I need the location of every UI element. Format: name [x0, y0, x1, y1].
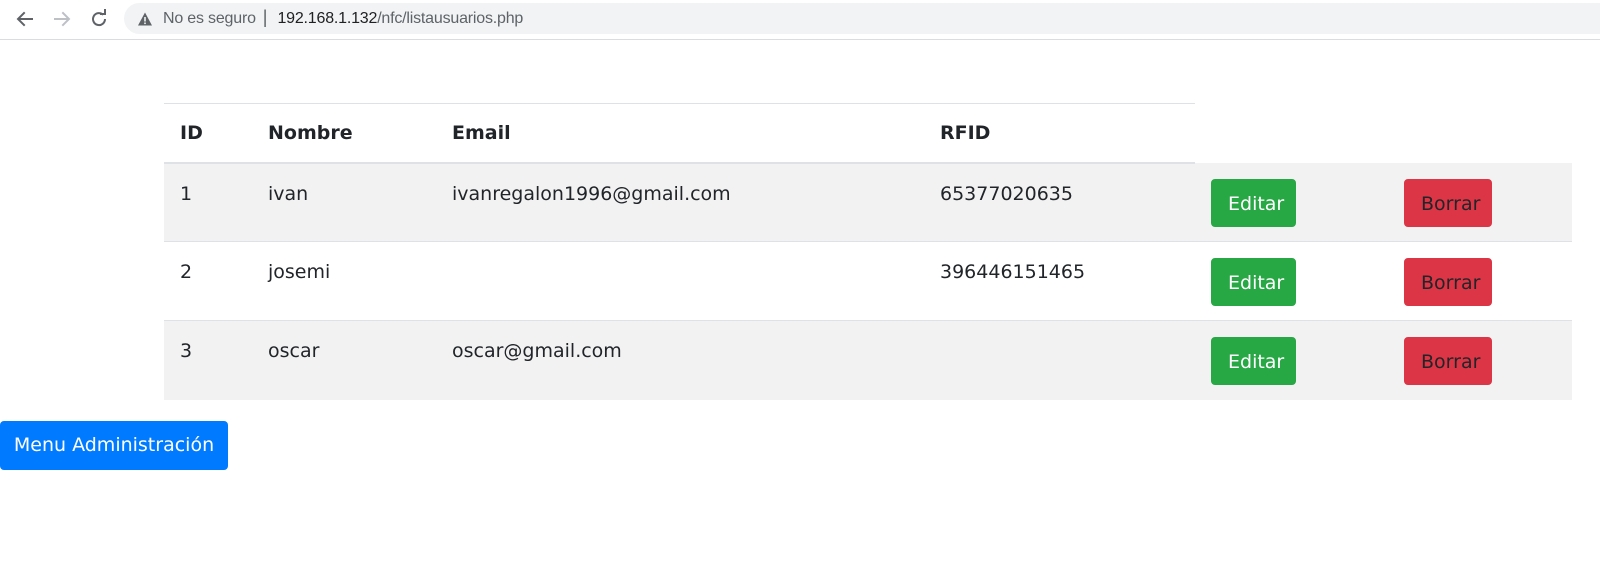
cell-email: oscar@gmail.com	[436, 320, 924, 400]
cell-id: 2	[164, 241, 252, 321]
table-row: 1 ivan ivanregalon1996@gmail.com 6537702…	[164, 162, 1572, 242]
cell-rfid: 396446151465	[924, 241, 1195, 321]
edit-button[interactable]: Editar	[1211, 258, 1296, 306]
cell-delete: Borrar	[1388, 320, 1572, 400]
delete-button[interactable]: Borrar	[1404, 178, 1492, 227]
header-delete-empty	[1388, 104, 1572, 163]
cell-rfid	[924, 320, 1195, 400]
back-button[interactable]	[12, 6, 38, 32]
cell-name: oscar	[252, 320, 436, 400]
table-header-row: ID Nombre Email RFID	[164, 103, 1572, 164]
header-edit-empty	[1195, 104, 1388, 163]
header-email: Email	[436, 103, 924, 164]
cell-delete: Borrar	[1388, 162, 1572, 242]
arrow-right-icon	[54, 11, 71, 27]
header-name: Nombre	[252, 103, 436, 164]
cell-name: josemi	[252, 241, 436, 321]
cell-id: 3	[164, 320, 252, 400]
header-rfid: RFID	[924, 103, 1195, 164]
cell-edit: Editar	[1195, 162, 1388, 242]
cell-name: ivan	[252, 162, 436, 242]
delete-button[interactable]: Borrar	[1404, 337, 1492, 385]
warning-triangle-icon	[138, 12, 152, 25]
cell-edit: Editar	[1195, 241, 1388, 321]
cell-delete: Borrar	[1388, 241, 1572, 321]
forward-button[interactable]	[49, 6, 75, 32]
arrow-left-icon	[16, 11, 33, 27]
cell-email: ivanregalon1996@gmail.com	[436, 162, 924, 242]
admin-menu-button[interactable]: Menu Administración	[0, 421, 228, 470]
header-id: ID	[164, 103, 252, 164]
cell-edit: Editar	[1195, 320, 1388, 400]
cell-email	[436, 241, 924, 321]
users-table: ID Nombre Email RFID 1 ivan ivanregalon1…	[164, 103, 1572, 400]
reload-button[interactable]	[86, 6, 112, 32]
edit-button[interactable]: Editar	[1211, 337, 1296, 385]
table-row: 3 oscar oscar@gmail.com Editar Borrar	[164, 320, 1572, 400]
reload-icon	[92, 9, 107, 27]
address-bar[interactable]: No es seguro | 192.168.1.132/nfc/listaus…	[124, 3, 1600, 34]
table-row: 2 josemi 396446151465 Editar Borrar	[164, 241, 1572, 321]
url-path[interactable]: /nfc/listausuarios.php	[377, 10, 523, 28]
cell-id: 1	[164, 162, 252, 242]
edit-button[interactable]: Editar	[1211, 178, 1296, 227]
cell-rfid: 65377020635	[924, 162, 1195, 242]
delete-button[interactable]: Borrar	[1404, 258, 1492, 306]
security-status-text[interactable]: No es seguro	[163, 10, 256, 28]
browser-toolbar: No es seguro | 192.168.1.132/nfc/listaus…	[0, 0, 1600, 40]
url-host[interactable]: 192.168.1.132	[277, 10, 377, 28]
url-separator: |	[262, 7, 268, 27]
